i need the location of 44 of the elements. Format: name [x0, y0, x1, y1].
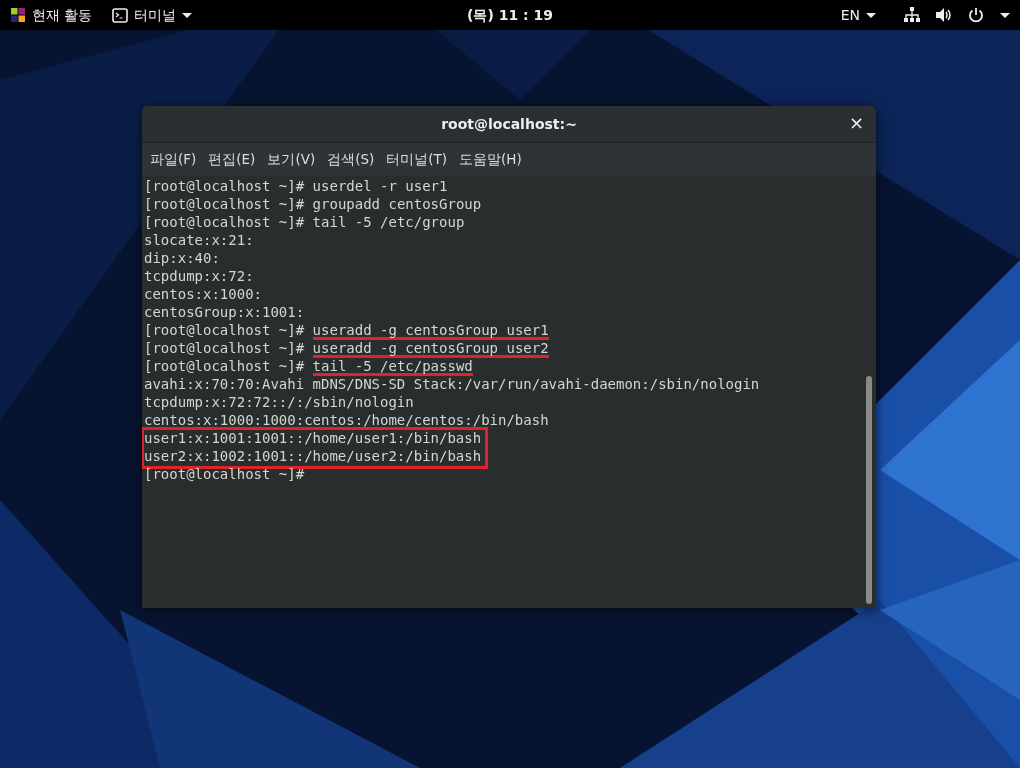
clock-button[interactable]: (목) 11 : 19 — [461, 0, 559, 30]
language-button[interactable]: EN — [834, 0, 882, 30]
volume-icon — [936, 8, 952, 22]
network-icon — [904, 7, 920, 23]
window-title: root@localhost:~ — [441, 114, 577, 134]
terminal-output: centos:x:1000: — [144, 286, 262, 304]
terminal-prompt: [root@localhost ~]# — [144, 358, 305, 376]
terminal-output: tcpdump:x:72:72::/:/sbin/nologin — [144, 394, 414, 412]
terminal-prompt: [root@localhost ~]# — [144, 196, 305, 214]
terminal-output: dip:x:40: — [144, 250, 220, 268]
terminal-output: user2:x:1002:1001::/home/user2:/bin/bash — [144, 448, 482, 466]
caret-icon — [182, 12, 193, 18]
scrollbar-thumb[interactable] — [866, 376, 872, 604]
terminal-command: useradd -g centosGroup user2 — [312, 340, 549, 358]
menu-item[interactable]: 터미널(T) — [380, 145, 454, 174]
logo-icon — [10, 7, 26, 23]
terminal-output: slocate:x:21: — [144, 232, 254, 250]
terminal-icon — [112, 7, 129, 23]
terminal-prompt: [root@localhost ~]# — [144, 178, 305, 196]
menu-item[interactable]: 보기(V) — [261, 145, 322, 174]
terminal-output: tcpdump:x:72: — [144, 268, 254, 286]
app-menu-button[interactable]: 터미널 — [106, 0, 199, 30]
activities-button[interactable]: 현재 활동 — [4, 0, 99, 30]
power-icon — [968, 7, 984, 23]
menu-item[interactable]: 도움말(H) — [453, 145, 528, 174]
terminal-prompt: [root@localhost ~]# — [144, 466, 305, 484]
terminal-command: useradd -g centosGroup user1 — [312, 322, 549, 340]
terminal-output: centos:x:1000:1000:centos:/home/centos:/bin/bash — [144, 412, 549, 430]
caret-icon — [866, 12, 876, 18]
terminal-command: userdel -r user1 — [312, 178, 448, 196]
terminal-prompt: [root@localhost ~]# — [144, 214, 305, 232]
terminal-command: tail -5 /etc/passwd — [312, 358, 473, 376]
menu-item[interactable]: 파일(F) — [144, 145, 203, 174]
terminal-output: centosGroup:x:1001: — [144, 304, 305, 322]
terminal-prompt: [root@localhost ~]# — [144, 322, 305, 340]
terminal-output: user1:x:1001:1001::/home/user1:/bin/bash — [144, 430, 482, 448]
terminal-output: avahi:x:70:70:Avahi mDNS/DNS-SD Stack:/var/run/avahi-daemon:/sbin/nologin — [144, 376, 760, 394]
menu-item[interactable]: 검색(S) — [321, 145, 381, 174]
terminal-prompt: [root@localhost ~]# — [144, 340, 305, 358]
menu-item[interactable]: 편집(E) — [202, 145, 262, 174]
close-button[interactable]: × — [846, 113, 866, 133]
terminal-command: tail -5 /etc/group — [312, 214, 465, 232]
caret-icon — [1000, 12, 1010, 18]
terminal-command: groupadd centosGroup — [312, 196, 482, 214]
